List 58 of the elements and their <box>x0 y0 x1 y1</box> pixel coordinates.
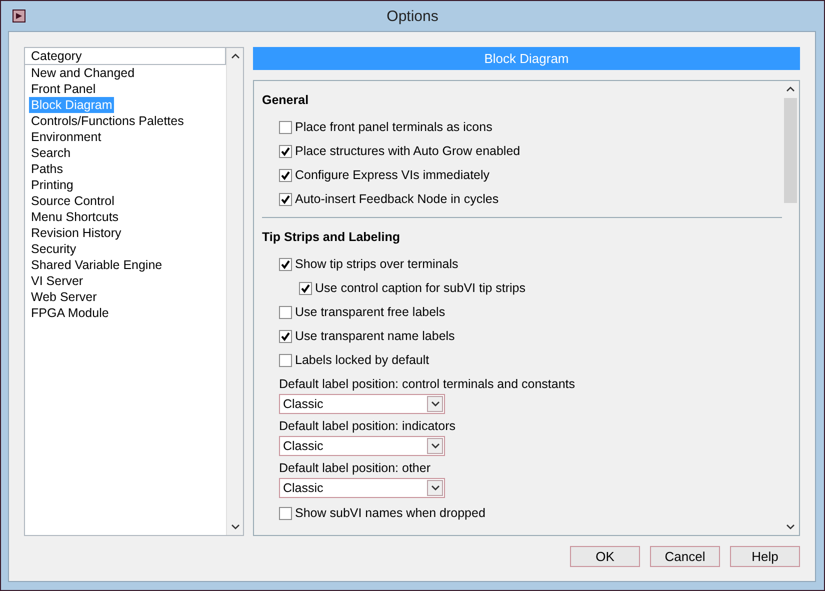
checkbox[interactable] <box>279 144 292 158</box>
checkbox-label: Place structures with Auto Grow enabled <box>295 144 520 158</box>
dropdown-label: Default label position: indicators <box>279 418 456 434</box>
category-item[interactable]: Paths <box>29 161 65 177</box>
checkbox[interactable] <box>279 354 292 366</box>
dropdown[interactable]: Classic <box>279 478 445 498</box>
category-item[interactable]: Source Control <box>29 193 116 209</box>
category-item[interactable]: Printing <box>29 177 76 193</box>
app-icon <box>12 9 26 23</box>
category-item[interactable]: Revision History <box>29 225 124 241</box>
dialog-button[interactable]: Cancel <box>650 546 720 567</box>
scrollbar-thumb[interactable] <box>784 98 797 203</box>
category-item[interactable]: FPGA Module <box>29 305 111 321</box>
section-heading: General <box>262 92 310 109</box>
checkbox-label: Use transparent name labels <box>295 329 455 343</box>
checkbox[interactable] <box>299 282 312 294</box>
category-item[interactable]: Front Panel <box>29 81 98 97</box>
checkbox[interactable] <box>279 168 292 182</box>
scroll-up-icon[interactable] <box>786 86 795 92</box>
checkbox[interactable] <box>279 120 292 134</box>
dropdown-label: Default label position: other <box>279 460 432 476</box>
category-item[interactable]: Security <box>29 241 78 257</box>
category-item[interactable]: VI Server <box>29 273 86 289</box>
checkbox-label: Configure Express VIs immediately <box>295 168 490 182</box>
window-title: Options <box>386 8 438 24</box>
checkbox-label: Use transparent free labels <box>295 305 446 319</box>
category-item[interactable]: Shared Variable Engine <box>29 257 164 273</box>
checkbox[interactable] <box>279 306 292 318</box>
category-item[interactable]: Menu Shortcuts <box>29 209 121 225</box>
checkbox[interactable] <box>279 330 292 342</box>
checkbox[interactable] <box>279 506 292 520</box>
panel-title: Block Diagram <box>253 47 800 70</box>
checkbox[interactable] <box>279 258 292 270</box>
category-item[interactable]: Controls/Functions Palettes <box>29 113 186 129</box>
section-heading: Tip Strips and Labeling <box>262 229 401 246</box>
list-header: Category <box>25 48 226 65</box>
category-item[interactable]: Environment <box>29 129 104 145</box>
dialog-button[interactable]: OK <box>570 546 640 567</box>
checkbox-label: Place front panel terminals as icons <box>295 120 492 134</box>
dialog-button[interactable]: Help <box>730 546 800 567</box>
chevron-down-icon <box>430 401 440 407</box>
chevron-down-icon <box>430 485 440 491</box>
dropdown[interactable]: Classic <box>279 436 445 456</box>
checkbox[interactable] <box>279 192 292 206</box>
chevron-down-icon <box>430 443 440 449</box>
category-item[interactable]: Search <box>29 145 73 161</box>
checkbox-label: Use control caption for subVI tip strips <box>315 281 526 295</box>
dropdown[interactable]: Classic <box>279 394 445 414</box>
category-item[interactable]: Web Server <box>29 289 99 305</box>
scroll-down-icon[interactable] <box>786 524 795 530</box>
scroll-up-icon[interactable] <box>230 53 240 59</box>
dropdown-label: Default label position: control terminals and constants <box>279 376 576 392</box>
checkbox-label: Labels locked by default <box>295 353 430 367</box>
scroll-down-icon[interactable] <box>230 524 240 530</box>
checkbox-label: Auto-insert Feedback Node in cycles <box>295 192 499 206</box>
checkbox-label: Show tip strips over terminals <box>295 257 458 271</box>
checkbox-label: Show subVI names when dropped <box>295 506 486 520</box>
category-item[interactable]: New and Changed <box>29 65 137 81</box>
